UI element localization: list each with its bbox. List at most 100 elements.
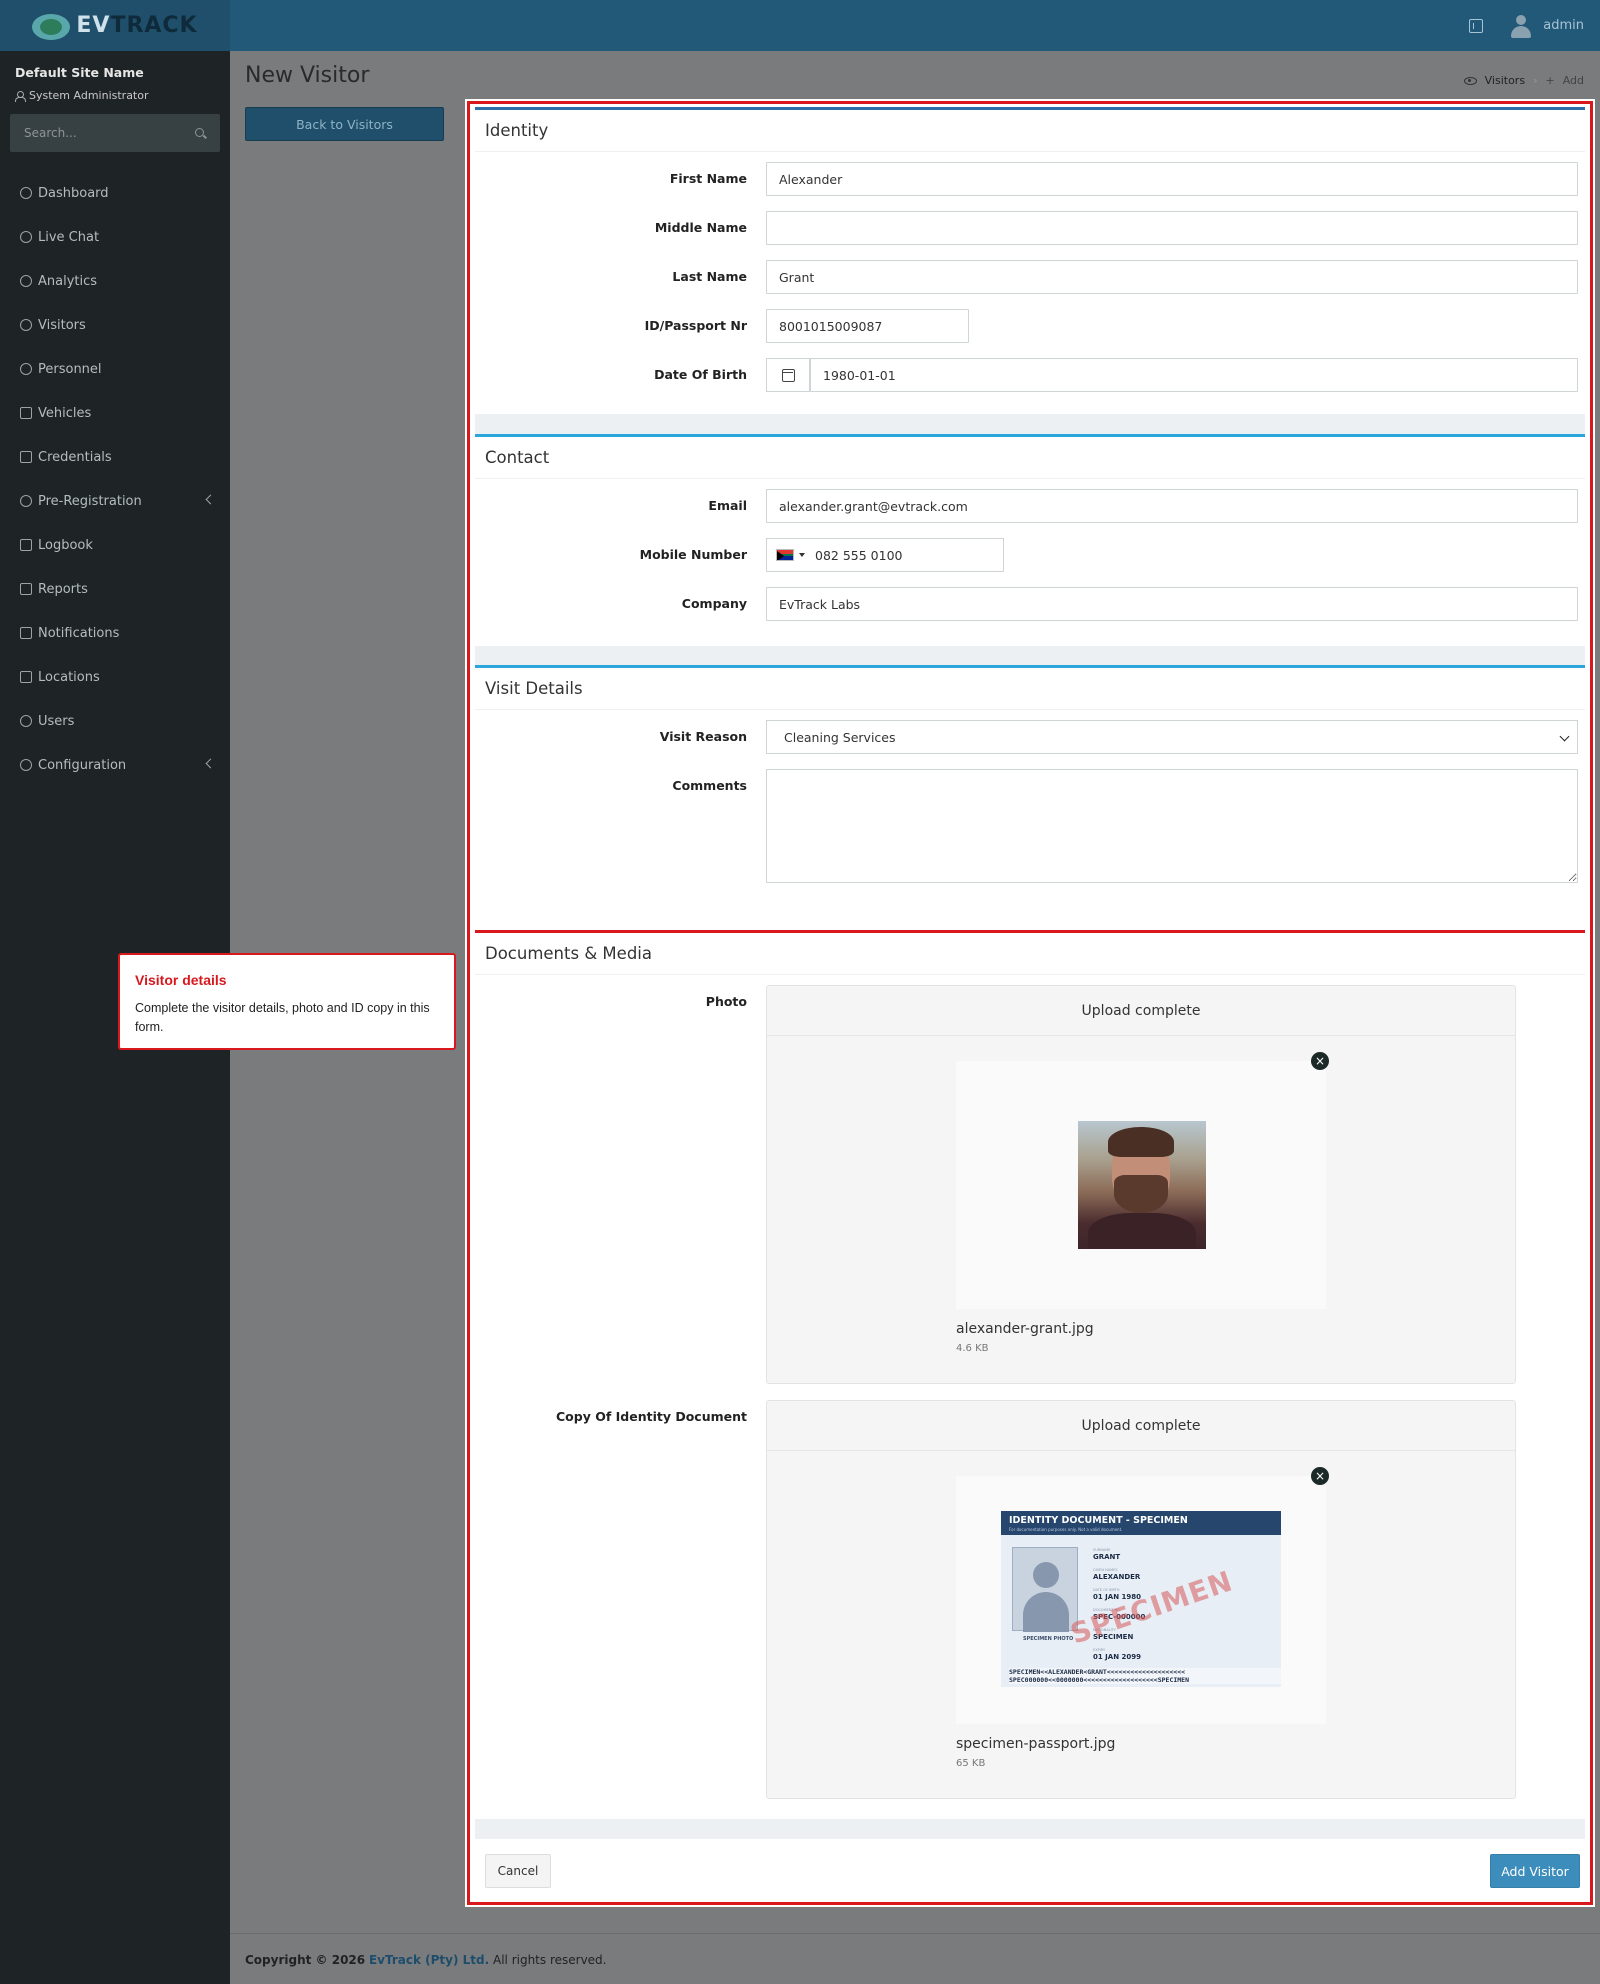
- dob-label: DATE OF BIRTH: [1093, 1588, 1120, 1592]
- user-icon: [15, 90, 26, 102]
- id-passport-field[interactable]: [766, 309, 969, 343]
- visit-reason-label: Visit Reason: [659, 729, 747, 744]
- last-name-label: Last Name: [672, 269, 747, 284]
- id-document-upload[interactable]: Upload complete IDENTITY DOCUMENT - SPEC…: [766, 1400, 1516, 1799]
- email-label: Email: [708, 498, 747, 513]
- logo[interactable]: EVTRACK: [0, 0, 230, 51]
- sidebar-item-users[interactable]: Users: [0, 699, 230, 743]
- sidebar-item-credentials[interactable]: Credentials: [0, 435, 230, 479]
- avatar: [1509, 13, 1533, 39]
- search-icon[interactable]: [195, 128, 204, 137]
- specimen-photo-caption: SPECIMEN PHOTO: [1023, 1636, 1074, 1642]
- visitor-form: Identity First Name Middle Name Last Nam…: [467, 101, 1593, 1905]
- breadcrumb-add: Add: [1562, 74, 1584, 87]
- specimen-stamp: SPECIMEN: [1066, 1564, 1237, 1651]
- user-menu[interactable]: admin: [1509, 13, 1584, 39]
- sidebar-item-reports[interactable]: Reports: [0, 567, 230, 611]
- gear-icon: [20, 759, 32, 771]
- comments-field[interactable]: [766, 769, 1578, 883]
- rights-text: All rights reserved.: [493, 1953, 607, 1967]
- visit-reason-value: Cleaning Services: [784, 729, 896, 745]
- given-label: GIVEN NAMES: [1093, 1568, 1118, 1572]
- first-name-label: First Name: [669, 171, 747, 186]
- id-file-size: 65 KB: [956, 1758, 986, 1769]
- visitor-details-tooltip: Visitor details Complete the visitor det…: [118, 953, 456, 1050]
- page-title: New Visitor: [245, 63, 370, 88]
- reports-icon: [20, 583, 32, 595]
- id-document-image: IDENTITY DOCUMENT - SPECIMEN For documen…: [1001, 1511, 1281, 1687]
- last-name-field[interactable]: [766, 260, 1578, 294]
- middle-name-field[interactable]: [766, 211, 1578, 245]
- mobile-value: 082 555 0100: [815, 547, 903, 563]
- surname-value: GRANT: [1093, 1553, 1121, 1561]
- email-field[interactable]: [766, 489, 1578, 523]
- eye-icon: [20, 319, 32, 331]
- photo-file-name: alexander-grant.jpg: [956, 1321, 1094, 1337]
- south-africa-flag-icon[interactable]: [776, 549, 794, 561]
- breadcrumb-visitors[interactable]: Visitors: [1485, 74, 1525, 87]
- visit-reason-select[interactable]: Cleaning Services: [766, 720, 1578, 754]
- remove-id-document-button[interactable]: ×: [1311, 1467, 1329, 1485]
- sidebar-item-personnel[interactable]: Personnel: [0, 347, 230, 391]
- chevron-down-icon: [1559, 731, 1570, 742]
- add-visitor-button[interactable]: Add Visitor: [1490, 1854, 1580, 1888]
- tooltip-title: Visitor details: [135, 972, 227, 988]
- mrz-line-1: SPECIMEN<<ALEXANDER<GRANT<<<<<<<<<<<<<<<…: [1009, 1668, 1186, 1676]
- tooltip-body: Complete the visitor details, photo and …: [135, 1001, 430, 1034]
- sidebar-nav: Dashboard Live Chat Analytics Visitors P…: [0, 171, 230, 787]
- sidebar-item-notifications[interactable]: Notifications: [0, 611, 230, 655]
- section-title: Contact: [475, 437, 1585, 479]
- user-name: admin: [1543, 18, 1584, 33]
- back-to-visitors-button[interactable]: Back to Visitors: [245, 107, 444, 141]
- dob-label: Date Of Birth: [654, 367, 747, 382]
- notifications-icon: [20, 627, 32, 639]
- expiry-value: 01 JAN 2099: [1093, 1653, 1141, 1661]
- id-document-preview: IDENTITY DOCUMENT - SPECIMEN For documen…: [956, 1476, 1326, 1724]
- section-title: Documents & Media: [475, 933, 1585, 975]
- logo-text-suffix: TRACK: [110, 13, 198, 38]
- first-name-field[interactable]: [766, 162, 1578, 196]
- date-picker-button[interactable]: [766, 358, 810, 392]
- sidebar-item-pre-registration[interactable]: Pre-Registration: [0, 479, 230, 523]
- headset-icon: [20, 231, 32, 243]
- documents-section: Documents & Media Photo Upload complete …: [475, 930, 1585, 1817]
- sidebar-item-locations[interactable]: Locations: [0, 655, 230, 699]
- book-icon: [20, 539, 32, 551]
- footer: Copyright © 2026 EvTrack (Pty) Ltd. All …: [230, 1933, 1600, 1984]
- sidebar-item-logbook[interactable]: Logbook: [0, 523, 230, 567]
- sidebar-item-analytics[interactable]: Analytics: [0, 259, 230, 303]
- photo-label: Photo: [705, 994, 747, 1009]
- building-icon: [20, 671, 32, 683]
- given-value: ALEXANDER: [1093, 1573, 1141, 1581]
- top-navbar: EVTRACK admin: [0, 0, 1600, 51]
- mobile-field[interactable]: 082 555 0100: [766, 538, 1004, 572]
- remove-photo-button[interactable]: ×: [1311, 1052, 1329, 1070]
- sidebar-search: [10, 114, 220, 152]
- photo-upload[interactable]: Upload complete × alexander-grant.jpg 4.…: [766, 985, 1516, 1384]
- sidebar-item-dashboard[interactable]: Dashboard: [0, 171, 230, 215]
- mrz-lines: SPECIMEN<<ALEXANDER<GRANT<<<<<<<<<<<<<<<…: [1009, 1668, 1281, 1684]
- breadcrumb: Visitors › + Add: [1463, 74, 1584, 87]
- cancel-button[interactable]: Cancel: [485, 1854, 551, 1888]
- building-icon[interactable]: [1469, 18, 1484, 33]
- sidebar-item-visitors[interactable]: Visitors: [0, 303, 230, 347]
- caret-down-icon[interactable]: [799, 553, 805, 557]
- company-field[interactable]: [766, 587, 1578, 621]
- calendar-icon: [781, 368, 795, 382]
- sidebar-item-vehicles[interactable]: Vehicles: [0, 391, 230, 435]
- badge-icon: [20, 451, 32, 463]
- users-icon: [20, 715, 32, 727]
- sidebar-item-live-chat[interactable]: Live Chat: [0, 215, 230, 259]
- chevron-left-icon: [205, 758, 216, 769]
- identity-section: Identity First Name Middle Name Last Nam…: [475, 107, 1585, 412]
- site-name: Default Site Name: [15, 65, 144, 80]
- chevron-left-icon: [205, 494, 216, 505]
- car-icon: [20, 407, 32, 419]
- sidebar-item-configuration[interactable]: Configuration: [0, 743, 230, 787]
- dashboard-icon: [20, 187, 32, 199]
- dob-field[interactable]: [810, 358, 1578, 392]
- search-input[interactable]: [10, 114, 220, 152]
- company-link[interactable]: EvTrack (Pty) Ltd.: [369, 1953, 489, 1967]
- id-document-label: Copy Of Identity Document: [556, 1409, 747, 1424]
- middle-name-label: Middle Name: [654, 220, 747, 235]
